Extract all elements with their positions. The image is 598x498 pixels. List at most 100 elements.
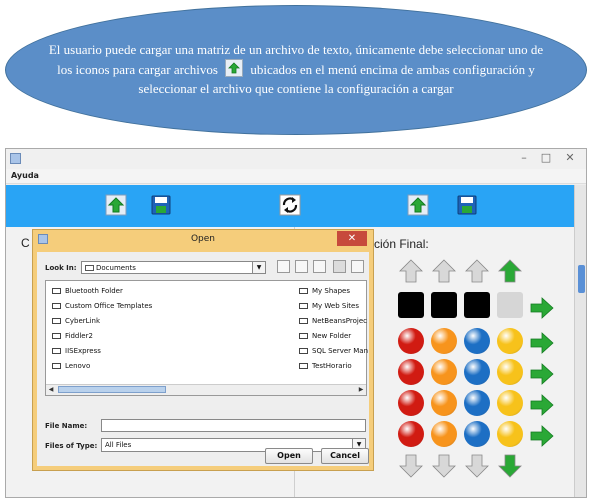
arrow-down-green-icon[interactable] [497,453,523,479]
file-type-value: All Files [105,441,132,449]
list-item[interactable]: My Shapes [299,286,350,296]
ball-yellow[interactable] [497,421,523,447]
ball-yellow[interactable] [497,328,523,354]
list-item[interactable]: New Folder [299,331,351,341]
arrow-down-gray-icon[interactable] [464,453,490,479]
ball-yellow[interactable] [497,390,523,416]
ball-orange[interactable] [431,328,457,354]
ball-blue[interactable] [464,328,490,354]
save-icon [151,195,171,215]
load-file-left-button[interactable] [105,194,127,216]
dialog-body: Look In: Documents ▼ Bluetooth Folder Cu… [37,252,369,466]
folder-icon [52,363,61,369]
load-file-icon [225,59,244,77]
home-folder-icon[interactable] [295,260,308,273]
close-button[interactable]: ✕ [560,150,580,166]
list-item[interactable]: CyberLink [52,316,100,326]
cancel-button[interactable]: Cancel [321,448,369,464]
ball-blue[interactable] [464,421,490,447]
folder-icon [299,333,308,339]
final-config-label: ción Final: [374,237,429,251]
vertical-scrollbar[interactable] [574,185,586,497]
folder-icon [52,348,61,354]
scroll-right-icon[interactable]: ▶ [356,385,366,394]
list-item[interactable]: NetBeansProjec [299,316,367,326]
list-item[interactable]: My Web Sites [299,301,359,311]
black-square[interactable] [464,292,490,318]
save-right-button[interactable] [456,194,478,216]
arrow-down-gray-icon[interactable] [431,453,457,479]
ball-orange[interactable] [431,421,457,447]
dialog-close-button[interactable]: ✕ [337,231,367,246]
arrow-up-gray-icon[interactable] [464,258,490,284]
new-folder-icon[interactable] [313,260,326,273]
load-file-right-button[interactable] [407,194,429,216]
load-file-icon [407,194,429,216]
folder-icon [52,318,61,324]
app-icon [10,153,21,164]
ball-yellow[interactable] [497,359,523,385]
scroll-thumb[interactable] [578,265,585,293]
ball-red[interactable] [398,421,424,447]
arrow-up-gray-icon[interactable] [398,258,424,284]
file-list: Bluetooth Folder Custom Office Templates… [45,280,368,396]
arrow-down-gray-icon[interactable] [398,453,424,479]
look-in-label: Look In: [45,264,77,272]
ball-orange[interactable] [431,359,457,385]
arrow-right-green-icon[interactable] [529,392,555,418]
file-type-label: Files of Type: [45,442,98,450]
chevron-down-icon[interactable]: ▼ [252,262,265,273]
arrow-up-green-icon[interactable] [497,258,523,284]
ball-red[interactable] [398,328,424,354]
scroll-left-icon[interactable]: ◀ [46,385,56,394]
list-item[interactable]: Fiddler2 [52,331,93,341]
open-dialog: Open ✕ Look In: Documents ▼ Bluetooth Fo… [32,229,374,471]
list-item[interactable]: Lenovo [52,361,90,371]
menu-ayuda[interactable]: Ayuda [11,171,39,180]
gray-square[interactable] [497,292,523,318]
black-square[interactable] [398,292,424,318]
details-view-icon[interactable] [351,260,364,273]
ball-blue[interactable] [464,359,490,385]
black-square[interactable] [431,292,457,318]
up-folder-icon[interactable] [277,260,290,273]
list-item[interactable]: SQL Server Man [299,346,368,356]
list-item[interactable]: Custom Office Templates [52,301,152,311]
initial-config-label: C [21,236,30,250]
arrow-right-green-icon[interactable] [529,295,555,321]
ball-red[interactable] [398,390,424,416]
folder-icon [299,303,308,309]
window-titlebar: – □ ✕ [6,149,586,169]
dialog-title: Open [190,234,216,244]
arrow-right-green-icon[interactable] [529,361,555,387]
callout-text: El usuario puede cargar una matriz de un… [46,40,546,98]
file-name-label: File Name: [45,422,88,430]
reset-icon [279,194,301,216]
list-item[interactable]: IISExpress [52,346,101,356]
ball-orange[interactable] [431,390,457,416]
list-item[interactable]: Bluetooth Folder [52,286,123,296]
hscroll-thumb[interactable] [58,386,166,393]
reset-button[interactable] [279,194,301,216]
minimize-button[interactable]: – [514,150,534,166]
folder-icon [85,265,94,271]
open-button[interactable]: Open [265,448,313,464]
menu-bar: Ayuda [6,169,586,184]
file-name-input[interactable] [101,419,366,432]
save-left-button[interactable] [150,194,172,216]
folder-icon [299,348,308,354]
arrow-up-gray-icon[interactable] [431,258,457,284]
maximize-button[interactable]: □ [536,150,556,166]
toolbar [6,185,574,227]
file-list-hscroll[interactable]: ◀ ▶ [46,384,366,395]
list-view-icon[interactable] [333,260,346,273]
ball-red[interactable] [398,359,424,385]
folder-icon [52,333,61,339]
arrow-right-green-icon[interactable] [529,330,555,356]
look-in-combo[interactable]: Documents ▼ [81,261,266,274]
arrow-right-green-icon[interactable] [529,423,555,449]
ball-blue[interactable] [464,390,490,416]
dialog-titlebar: Open ✕ [33,230,373,250]
folder-icon [299,318,308,324]
list-item[interactable]: TestHorario [299,361,352,371]
